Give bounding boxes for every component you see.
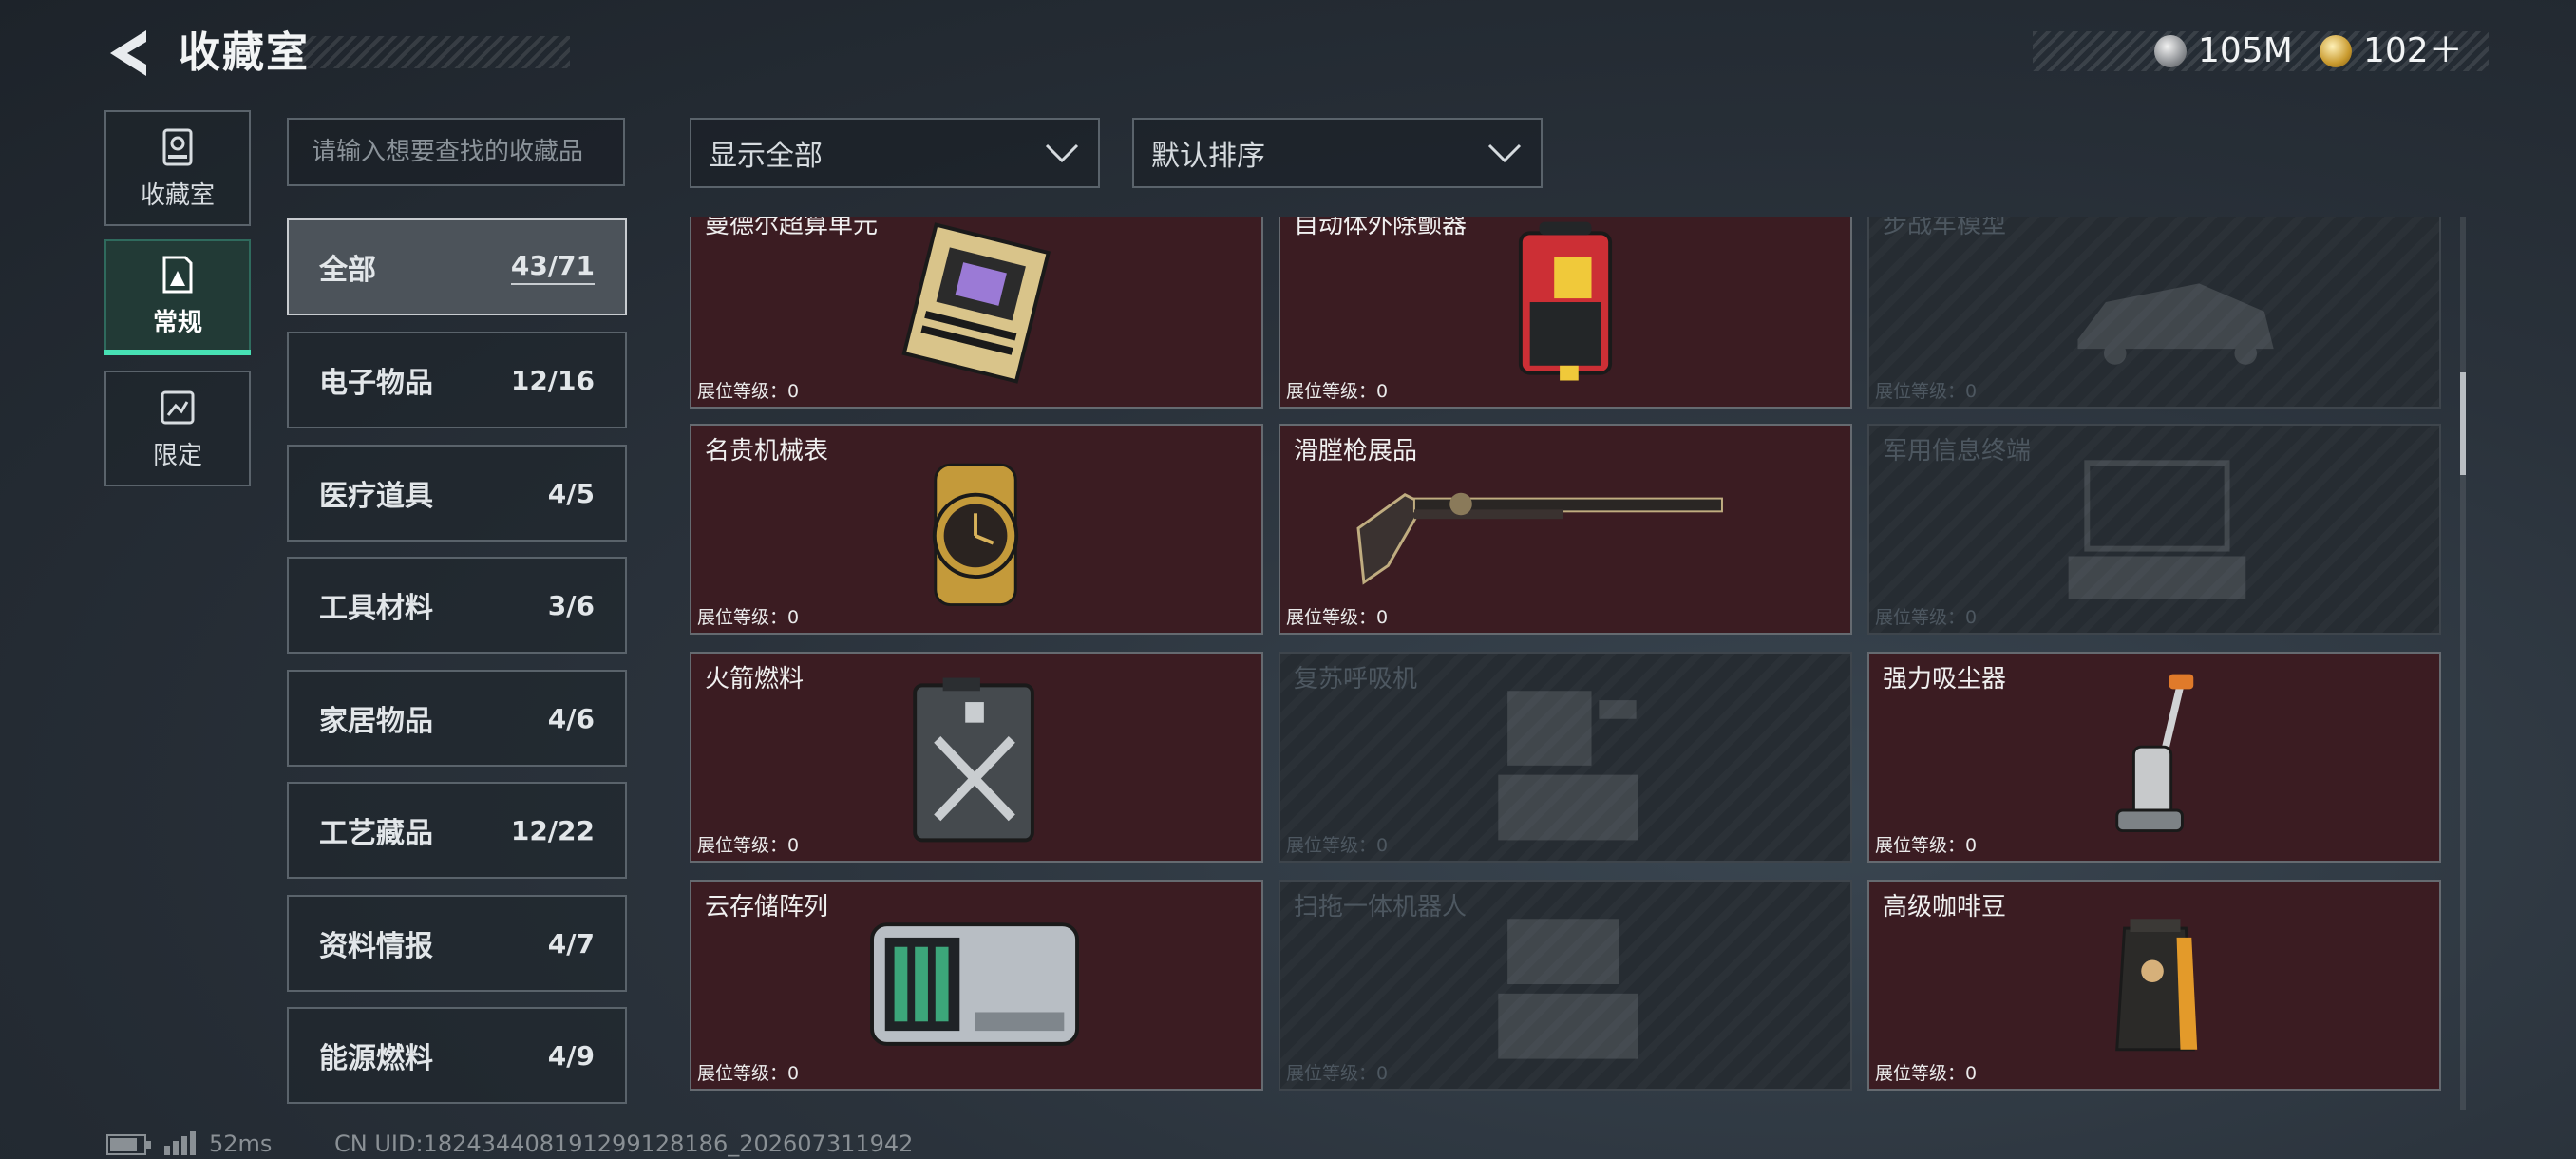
- back-arrow-icon: [110, 30, 146, 76]
- category-energy[interactable]: 能源燃料 4/9: [287, 1007, 627, 1104]
- category-count: 4/5: [547, 477, 595, 509]
- collection-grid[interactable]: 曼德尔超算单元 展位等级：0 自动体外除颤器 展位等级：0 步战车模型 展位等级…: [690, 217, 2443, 1110]
- category-name: 医疗道具: [319, 480, 433, 513]
- item-name: 高级咖啡豆: [1883, 893, 2007, 922]
- item-level: 展位等级：0: [1875, 835, 1978, 856]
- nav-label: 常规: [152, 308, 202, 337]
- item-level: 展位等级：0: [1286, 381, 1389, 402]
- item-name: 扫拖一体机器人: [1294, 893, 1468, 922]
- nav-label: 限定: [152, 441, 202, 470]
- item-name: 强力吸尘器: [1883, 665, 2007, 694]
- chevron-down-icon: [1045, 143, 1079, 163]
- nav-active-indicator: [104, 350, 251, 355]
- item-name: 滑膛枪展品: [1294, 437, 1418, 466]
- item-level: 展位等级：0: [697, 381, 800, 402]
- nav-collection-room[interactable]: 收藏室: [104, 110, 251, 226]
- category-name: 能源燃料: [319, 1042, 433, 1075]
- item-name: 自动体外除颤器: [1294, 217, 1468, 239]
- item-level: 展位等级：0: [1286, 607, 1389, 628]
- item-name: 曼德尔超算单元: [705, 217, 879, 239]
- item-name: 云存储阵列: [705, 893, 829, 922]
- title-decoration: [285, 36, 570, 68]
- silver-currency-value: 105M: [2198, 31, 2293, 70]
- item-level: 展位等级：0: [1875, 381, 1978, 402]
- gold-coin-icon: [2320, 35, 2352, 67]
- category-name: 电子物品: [319, 367, 433, 400]
- chevron-down-icon: [1487, 143, 1522, 163]
- category-name: 全部: [319, 254, 376, 287]
- signal-icon: [164, 1131, 196, 1155]
- category-count: 4/9: [547, 1039, 595, 1072]
- item-card[interactable]: 曼德尔超算单元 展位等级：0: [690, 217, 1263, 408]
- item-name: 复苏呼吸机: [1294, 665, 1418, 694]
- category-intel[interactable]: 资料情报 4/7: [287, 895, 627, 992]
- item-level: 展位等级：0: [1875, 1063, 1978, 1084]
- category-medical[interactable]: 医疗道具 4/5: [287, 445, 627, 542]
- item-card[interactable]: 强力吸尘器 展位等级：0: [1867, 652, 2441, 863]
- category-count: 43/71: [510, 250, 595, 285]
- dropdown-label: 默认排序: [1151, 140, 1265, 173]
- item-name: 步战车模型: [1883, 217, 2007, 239]
- category-count: 4/6: [547, 702, 595, 734]
- category-name: 资料情报: [319, 930, 433, 963]
- item-card[interactable]: 滑膛枪展品 展位等级：0: [1279, 424, 1852, 635]
- category-name: 家居物品: [319, 705, 433, 738]
- item-card[interactable]: 军用信息终端 展位等级：0: [1867, 424, 2441, 635]
- item-card[interactable]: 步战车模型 展位等级：0: [1867, 217, 2441, 408]
- category-electronics[interactable]: 电子物品 12/16: [287, 332, 627, 428]
- grid-scrollbar-track[interactable]: [2460, 217, 2466, 1110]
- uid-text: CN UID:18243440819129912818​6_2026073119…: [334, 1130, 914, 1157]
- item-card[interactable]: 名贵机械表 展位等级：0: [690, 424, 1263, 635]
- sort-dropdown[interactable]: 默认排序: [1132, 118, 1543, 188]
- item-level: 展位等级：0: [1286, 835, 1389, 856]
- ping-value: 52ms: [209, 1130, 273, 1157]
- nav-label: 收藏室: [140, 180, 215, 210]
- item-name: 军用信息终端: [1883, 437, 2032, 466]
- item-card[interactable]: 扫拖一体机器人 展位等级：0: [1279, 880, 1852, 1091]
- regular-icon: [162, 256, 193, 293]
- collection-room-icon: [162, 128, 193, 165]
- category-all[interactable]: 全部 43/71: [287, 218, 627, 315]
- category-count: 3/6: [547, 589, 595, 621]
- limited-icon: [161, 390, 195, 424]
- category-count: 12/16: [510, 364, 595, 396]
- nav-regular[interactable]: 常规: [104, 239, 251, 352]
- item-name: 名贵机械表: [705, 437, 829, 466]
- grid-scrollbar-thumb[interactable]: [2460, 372, 2466, 475]
- item-card[interactable]: 自动体外除颤器 展位等级：0: [1279, 217, 1852, 408]
- category-name: 工具材料: [319, 592, 433, 625]
- item-level: 展位等级：0: [697, 1063, 800, 1084]
- item-card[interactable]: 云存储阵列 展位等级：0: [690, 880, 1263, 1091]
- category-name: 工艺藏品: [319, 817, 433, 850]
- item-card[interactable]: 高级咖啡豆 展位等级：0: [1867, 880, 2441, 1091]
- silver-coin-icon: [2154, 35, 2187, 67]
- page-title: 收藏室: [179, 28, 310, 77]
- search-input[interactable]: [287, 118, 625, 186]
- nav-limited[interactable]: 限定: [104, 370, 251, 486]
- category-tools[interactable]: 工具材料 3/6: [287, 557, 627, 654]
- item-level: 展位等级：0: [697, 607, 800, 628]
- item-level: 展位等级：0: [1286, 1063, 1389, 1084]
- category-count: 4/7: [547, 927, 595, 960]
- category-household[interactable]: 家居物品 4/6: [287, 670, 627, 767]
- item-level: 展位等级：0: [1875, 607, 1978, 628]
- gold-currency-value[interactable]: 102＋: [2363, 28, 2463, 74]
- item-card[interactable]: 火箭燃料 展位等级：0: [690, 652, 1263, 863]
- category-crafts[interactable]: 工艺藏品 12/22: [287, 782, 627, 879]
- show-filter-dropdown[interactable]: 显示全部: [690, 118, 1100, 188]
- battery-icon: [106, 1134, 151, 1155]
- dropdown-label: 显示全部: [709, 140, 823, 173]
- item-level: 展位等级：0: [697, 835, 800, 856]
- category-count: 12/22: [510, 814, 595, 846]
- item-card[interactable]: 复苏呼吸机 展位等级：0: [1279, 652, 1852, 863]
- item-name: 火箭燃料: [705, 665, 805, 694]
- back-button[interactable]: [104, 27, 154, 80]
